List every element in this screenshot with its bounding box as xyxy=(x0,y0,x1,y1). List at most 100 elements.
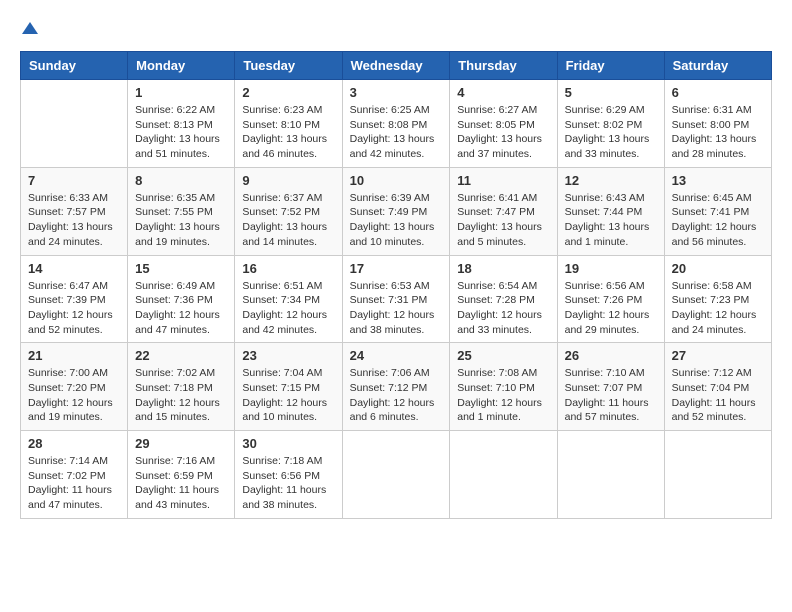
day-number: 6 xyxy=(672,85,764,100)
day-info-line: Sunset: 6:59 PM xyxy=(135,470,213,482)
header-wednesday: Wednesday xyxy=(342,52,450,80)
calendar-cell: 18Sunrise: 6:54 AMSunset: 7:28 PMDayligh… xyxy=(450,255,557,343)
day-info-line: and 56 minutes. xyxy=(672,236,747,248)
day-info-line: Sunrise: 6:47 AM xyxy=(28,280,108,292)
day-number: 7 xyxy=(28,173,120,188)
day-info-line: and 52 minutes. xyxy=(28,324,103,336)
day-info-line: Daylight: 12 hours xyxy=(672,309,757,321)
day-info: Sunrise: 6:41 AMSunset: 7:47 PMDaylight:… xyxy=(457,191,549,250)
day-info: Sunrise: 7:14 AMSunset: 7:02 PMDaylight:… xyxy=(28,454,120,513)
day-info-line: Sunrise: 6:33 AM xyxy=(28,192,108,204)
day-number: 20 xyxy=(672,261,764,276)
day-info-line: Sunrise: 7:12 AM xyxy=(672,367,752,379)
day-info-line: Sunset: 8:08 PM xyxy=(350,119,428,131)
day-number: 21 xyxy=(28,348,120,363)
day-info-line: Sunset: 7:18 PM xyxy=(135,382,213,394)
header-tuesday: Tuesday xyxy=(235,52,342,80)
day-number: 24 xyxy=(350,348,443,363)
day-number: 4 xyxy=(457,85,549,100)
day-info: Sunrise: 6:56 AMSunset: 7:26 PMDaylight:… xyxy=(565,279,657,338)
day-info-line: Sunset: 7:47 PM xyxy=(457,206,535,218)
calendar-cell: 9Sunrise: 6:37 AMSunset: 7:52 PMDaylight… xyxy=(235,167,342,255)
header-saturday: Saturday xyxy=(664,52,771,80)
day-info-line: Daylight: 13 hours xyxy=(565,133,650,145)
day-info-line: Sunrise: 6:27 AM xyxy=(457,104,537,116)
day-info: Sunrise: 6:53 AMSunset: 7:31 PMDaylight:… xyxy=(350,279,443,338)
day-info-line: Sunrise: 6:29 AM xyxy=(565,104,645,116)
day-info-line: and 47 minutes. xyxy=(135,324,210,336)
day-info: Sunrise: 7:02 AMSunset: 7:18 PMDaylight:… xyxy=(135,366,227,425)
calendar-cell: 24Sunrise: 7:06 AMSunset: 7:12 PMDayligh… xyxy=(342,343,450,431)
day-info-line: and 42 minutes. xyxy=(242,324,317,336)
day-number: 11 xyxy=(457,173,549,188)
day-number: 16 xyxy=(242,261,334,276)
day-info-line: and 24 minutes. xyxy=(672,324,747,336)
day-info-line: Daylight: 13 hours xyxy=(350,133,435,145)
day-info: Sunrise: 7:16 AMSunset: 6:59 PMDaylight:… xyxy=(135,454,227,513)
day-info-line: Sunset: 7:02 PM xyxy=(28,470,106,482)
day-info-line: and 6 minutes. xyxy=(350,411,419,423)
day-info-line: Daylight: 12 hours xyxy=(135,397,220,409)
day-info-line: Daylight: 12 hours xyxy=(242,397,327,409)
day-info-line: and 37 minutes. xyxy=(457,148,532,160)
calendar-cell: 2Sunrise: 6:23 AMSunset: 8:10 PMDaylight… xyxy=(235,80,342,168)
header-friday: Friday xyxy=(557,52,664,80)
day-info-line: Daylight: 13 hours xyxy=(242,133,327,145)
day-info-line: and 24 minutes. xyxy=(28,236,103,248)
day-info-line: Daylight: 12 hours xyxy=(135,309,220,321)
day-info-line: Sunrise: 7:18 AM xyxy=(242,455,322,467)
day-info-line: Sunrise: 7:10 AM xyxy=(565,367,645,379)
logo xyxy=(20,20,38,41)
day-info-line: Daylight: 13 hours xyxy=(135,221,220,233)
day-info: Sunrise: 6:25 AMSunset: 8:08 PMDaylight:… xyxy=(350,103,443,162)
day-info: Sunrise: 7:10 AMSunset: 7:07 PMDaylight:… xyxy=(565,366,657,425)
day-info-line: and 38 minutes. xyxy=(242,499,317,511)
day-info-line: Sunset: 7:55 PM xyxy=(135,206,213,218)
day-info: Sunrise: 6:33 AMSunset: 7:57 PMDaylight:… xyxy=(28,191,120,250)
day-info-line: and 52 minutes. xyxy=(672,411,747,423)
day-info-line: Sunset: 7:49 PM xyxy=(350,206,428,218)
calendar-cell xyxy=(557,431,664,519)
day-info-line: and 28 minutes. xyxy=(672,148,747,160)
day-info-line: Daylight: 13 hours xyxy=(350,221,435,233)
header-sunday: Sunday xyxy=(21,52,128,80)
day-number: 18 xyxy=(457,261,549,276)
day-info-line: Sunrise: 6:35 AM xyxy=(135,192,215,204)
day-number: 14 xyxy=(28,261,120,276)
day-info: Sunrise: 6:43 AMSunset: 7:44 PMDaylight:… xyxy=(565,191,657,250)
calendar-cell: 27Sunrise: 7:12 AMSunset: 7:04 PMDayligh… xyxy=(664,343,771,431)
day-info-line: Daylight: 13 hours xyxy=(28,221,113,233)
day-number: 25 xyxy=(457,348,549,363)
day-number: 26 xyxy=(565,348,657,363)
day-info-line: Sunset: 8:05 PM xyxy=(457,119,535,131)
day-info-line: Sunset: 7:52 PM xyxy=(242,206,320,218)
day-info-line: and 33 minutes. xyxy=(457,324,532,336)
day-info-line: Sunrise: 6:51 AM xyxy=(242,280,322,292)
header-monday: Monday xyxy=(128,52,235,80)
day-info-line: Sunset: 7:12 PM xyxy=(350,382,428,394)
day-info-line: Daylight: 12 hours xyxy=(565,309,650,321)
calendar-cell: 14 Sunrise: 6:47 AMSunset: 7:39 PMDayligh… xyxy=(21,255,128,343)
day-info-line: Daylight: 12 hours xyxy=(242,309,327,321)
day-number: 13 xyxy=(672,173,764,188)
calendar-cell: 10Sunrise: 6:39 AMSunset: 7:49 PMDayligh… xyxy=(342,167,450,255)
day-info: Sunrise: 6:47 AMSunset: 7:39 PMDaylight:… xyxy=(28,279,120,338)
day-info-line: Sunset: 8:13 PM xyxy=(135,119,213,131)
calendar-cell xyxy=(664,431,771,519)
day-info-line: Sunrise: 6:22 AM xyxy=(135,104,215,116)
day-info-line: Sunrise: 7:06 AM xyxy=(350,367,430,379)
calendar-cell: 6Sunrise: 6:31 AMSunset: 8:00 PMDaylight… xyxy=(664,80,771,168)
calendar-cell: 20Sunrise: 6:58 AMSunset: 7:23 PMDayligh… xyxy=(664,255,771,343)
day-info-line: and 51 minutes. xyxy=(135,148,210,160)
day-info-line: Sunset: 7:20 PM xyxy=(28,382,106,394)
day-info-line: and 10 minutes. xyxy=(242,411,317,423)
day-info-line: Sunrise: 6:23 AM xyxy=(242,104,322,116)
day-info: Sunrise: 7:12 AMSunset: 7:04 PMDaylight:… xyxy=(672,366,764,425)
day-info-line: Sunset: 6:56 PM xyxy=(242,470,320,482)
calendar-week-4: 21Sunrise: 7:00 AMSunset: 7:20 PMDayligh… xyxy=(21,343,772,431)
calendar-week-1: 1Sunrise: 6:22 AMSunset: 8:13 PMDaylight… xyxy=(21,80,772,168)
page-header xyxy=(20,20,772,41)
day-number: 12 xyxy=(565,173,657,188)
calendar-cell xyxy=(21,80,128,168)
day-info-line: Sunrise: 6:49 AM xyxy=(135,280,215,292)
